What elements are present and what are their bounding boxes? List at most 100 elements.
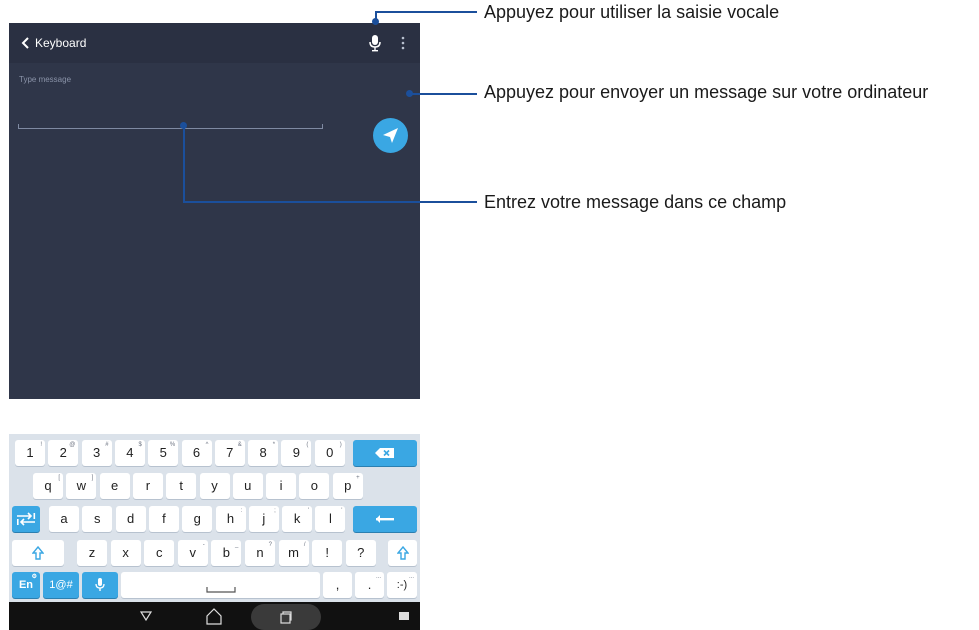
key-l[interactable]: l ': [315, 506, 346, 532]
key-w[interactable]: w]: [66, 473, 97, 499]
key-label: e: [110, 478, 119, 493]
voice-key[interactable]: [82, 572, 118, 598]
key-label: w: [76, 478, 86, 493]
key-i[interactable]: i: [266, 473, 297, 499]
send-button[interactable]: [373, 118, 408, 153]
phone-screen: Keyboard Type message 1! 2 @3 #4 $5% 6 ^ 7 & 8 * 9(…: [9, 23, 420, 630]
key-2[interactable]: 2 @: [48, 440, 79, 466]
callout-line-voice: [375, 11, 477, 13]
key-8[interactable]: 8 *: [248, 440, 279, 466]
key-secondary-label: #: [105, 442, 109, 448]
callout-line-field: [183, 201, 477, 203]
key-u[interactable]: u: [232, 473, 263, 499]
symbols-key[interactable]: 1@#: [43, 572, 79, 598]
enter-key[interactable]: [353, 506, 417, 532]
backspace-icon: [375, 448, 394, 458]
space-icon: [205, 587, 236, 593]
message-input-field[interactable]: [18, 124, 323, 129]
recent-apps-button[interactable]: [251, 604, 321, 630]
key-label: 5: [159, 445, 167, 460]
key-d[interactable]: d: [115, 506, 146, 532]
key-z[interactable]: z: [77, 540, 107, 566]
key-label: l: [328, 511, 332, 526]
keyboard: 1! 2 @3 #4 $5% 6 ^ 7 & 8 * 9(0) q[w] e r t y u i o p + asdfg…: [9, 434, 420, 602]
tab-key[interactable]: [12, 506, 40, 532]
callout-field: Entrez votre message dans ce champ: [484, 192, 787, 212]
callout-send: Appuyez pour envoyer un message sur votr…: [484, 82, 929, 102]
key-g[interactable]: g: [182, 506, 213, 532]
key-t[interactable]: t: [166, 473, 197, 499]
back-nav-icon[interactable]: [140, 611, 152, 621]
key-6[interactable]: 6 ^: [181, 440, 212, 466]
key-o[interactable]: o: [299, 473, 330, 499]
backspace-key[interactable]: [353, 440, 417, 466]
enter-icon: [376, 515, 394, 523]
key-y[interactable]: y: [199, 473, 230, 499]
key-f[interactable]: f: [148, 506, 179, 532]
key-7[interactable]: 7 &: [214, 440, 245, 466]
key-label: v: [189, 545, 197, 560]
period-key[interactable]: . ...: [355, 572, 384, 598]
key-question[interactable]: ?: [345, 540, 376, 566]
key-label: a: [60, 511, 68, 526]
key-secondary-label: ': [341, 508, 343, 514]
key-label: 0: [326, 445, 334, 460]
key-p[interactable]: p +: [332, 473, 363, 499]
key-secondary-label: [: [58, 475, 60, 481]
comma-key[interactable]: ,: [323, 572, 352, 598]
key-label: 7: [226, 445, 234, 460]
home-nav-icon[interactable]: [205, 607, 223, 625]
space-key[interactable]: [121, 572, 320, 598]
key-b[interactable]: b _: [211, 540, 242, 566]
key-j[interactable]: j;: [248, 506, 279, 532]
key-x[interactable]: x: [110, 540, 141, 566]
key-label: d: [126, 511, 135, 526]
key-label: r: [145, 478, 151, 493]
period-key-label: .: [367, 577, 372, 592]
key-v[interactable]: v-: [177, 540, 208, 566]
key-c[interactable]: c: [144, 540, 175, 566]
key-label: ?: [357, 545, 365, 560]
back-chevron-icon[interactable]: [19, 36, 33, 50]
key-5[interactable]: 5%: [148, 440, 179, 466]
key-e[interactable]: e: [99, 473, 130, 499]
key-4[interactable]: 4 $: [114, 440, 145, 466]
key-q[interactable]: q[: [33, 473, 63, 499]
more-options-icon[interactable]: [400, 35, 406, 51]
smiley-key[interactable]: :-) ...: [387, 572, 417, 598]
key-label: t: [179, 478, 183, 493]
key-label: j: [262, 511, 266, 526]
key-s[interactable]: s: [82, 506, 113, 532]
key-secondary-label: &: [237, 442, 242, 448]
key-secondary-label: -: [202, 542, 205, 548]
shift-icon: [31, 545, 45, 560]
key-secondary-label: _: [235, 542, 239, 548]
key-r[interactable]: r: [132, 473, 163, 499]
key-label: u: [244, 478, 252, 493]
key-n[interactable]: n?: [245, 540, 275, 566]
key-label: o: [310, 478, 318, 493]
key-secondary-label: *: [272, 442, 276, 448]
shift-right-key[interactable]: [388, 540, 417, 566]
key-label: 4: [126, 445, 134, 460]
key-label: b: [222, 545, 230, 560]
key-label: 8: [259, 445, 267, 460]
key-secondary-label: ]: [91, 475, 94, 481]
keyboard-switch-icon[interactable]: [399, 612, 409, 620]
key-secondary-label: ^: [205, 442, 209, 448]
key-h[interactable]: h:: [215, 506, 246, 532]
key-0[interactable]: 0): [314, 440, 345, 466]
key-m[interactable]: m /: [278, 540, 309, 566]
shift-left-key[interactable]: [12, 540, 64, 566]
key-1[interactable]: 1!: [15, 440, 45, 466]
language-key[interactable]: En ⚙: [12, 572, 40, 598]
key-3[interactable]: 3 #: [81, 440, 112, 466]
key-a[interactable]: a: [49, 506, 79, 532]
key-secondary-label: ': [307, 508, 310, 514]
key-9[interactable]: 9(: [281, 440, 312, 466]
voice-input-mic-icon[interactable]: [368, 34, 382, 52]
key-exclamation[interactable]: !: [312, 540, 343, 566]
smiley-key-label: :-): [396, 579, 408, 591]
key-k[interactable]: k ': [282, 506, 313, 532]
key-label: 2: [59, 445, 67, 460]
